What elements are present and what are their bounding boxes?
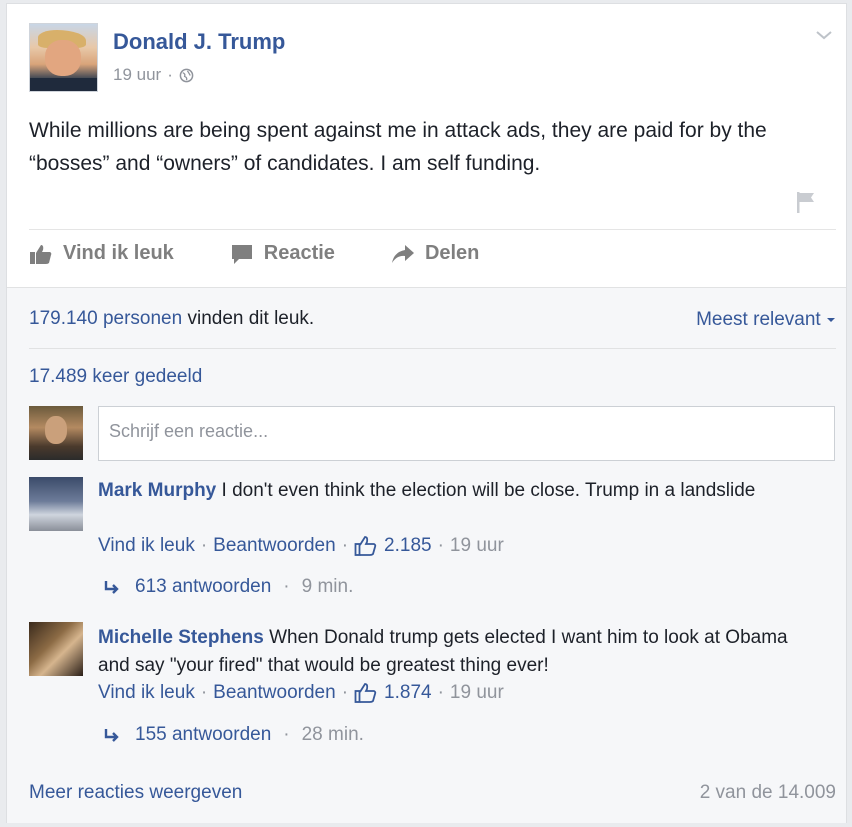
comment-like-count[interactable]: 2.185 bbox=[384, 535, 432, 557]
author-avatar[interactable] bbox=[29, 23, 98, 92]
like-icon bbox=[30, 244, 52, 264]
share-icon bbox=[391, 244, 414, 263]
comment-like-link[interactable]: Vind ik leuk bbox=[98, 682, 195, 704]
comment-label: Reactie bbox=[263, 242, 335, 264]
comment-reply-link[interactable]: Beantwoorden bbox=[213, 535, 336, 557]
post-card: Donald J. Trump 19 uur · While millions … bbox=[6, 3, 847, 823]
author-name[interactable]: Donald J. Trump bbox=[113, 29, 285, 55]
commenter-avatar[interactable] bbox=[29, 477, 83, 531]
globe-icon[interactable] bbox=[179, 68, 194, 83]
post-text: While millions are being spent against m… bbox=[29, 119, 767, 175]
likes-summary: 179.140 personen vinden dit leuk. bbox=[29, 308, 314, 330]
likes-suffix: vinden dit leuk. bbox=[187, 308, 315, 329]
current-user-avatar bbox=[29, 406, 83, 460]
share-button[interactable]: Delen bbox=[391, 242, 479, 265]
meta-separator: · bbox=[167, 65, 173, 84]
thumbs-up-icon bbox=[354, 536, 377, 556]
comment-meta: Vind ik leuk · Beantwoorden · 2.185 · 19… bbox=[98, 535, 504, 557]
flag-icon[interactable] bbox=[794, 189, 818, 215]
comment-time[interactable]: 19 uur bbox=[450, 535, 504, 557]
divider bbox=[29, 229, 836, 230]
like-button[interactable]: Vind ik leuk bbox=[29, 242, 174, 265]
reply-arrow-icon bbox=[104, 581, 119, 594]
caret-down-icon bbox=[827, 317, 835, 322]
replies-time: 28 min. bbox=[301, 724, 364, 745]
post-actions: Vind ik leuk Reactie Delen bbox=[29, 242, 535, 265]
replies-count: 155 antwoorden bbox=[135, 724, 272, 745]
post-time[interactable]: 19 uur bbox=[113, 65, 161, 85]
comments-count: 2 van de 14.009 bbox=[699, 782, 836, 803]
sort-label: Meest relevant bbox=[696, 309, 821, 330]
replies-link[interactable]: 155 antwoorden · 28 min. bbox=[103, 724, 364, 746]
thumbs-up-icon bbox=[354, 683, 377, 703]
replies-link[interactable]: 613 antwoorden · 9 min. bbox=[103, 576, 353, 598]
post-header-section: Donald J. Trump 19 uur · While millions … bbox=[7, 4, 846, 287]
reply-arrow-icon bbox=[104, 729, 119, 742]
comment-reply-link[interactable]: Beantwoorden bbox=[213, 682, 336, 704]
comment-icon bbox=[231, 244, 252, 264]
like-label: Vind ik leuk bbox=[63, 242, 174, 264]
commenter-avatar[interactable] bbox=[29, 622, 83, 676]
comment-body: Michelle Stephens When Donald trump gets… bbox=[98, 624, 798, 680]
replies-count: 613 antwoorden bbox=[135, 576, 272, 597]
feedback-section: 179.140 personen vinden dit leuk. Meest … bbox=[7, 287, 846, 823]
comment-button[interactable]: Reactie bbox=[230, 242, 335, 265]
share-label: Delen bbox=[424, 242, 480, 264]
comment-like-count[interactable]: 1.874 bbox=[384, 682, 432, 704]
comment-text: I don't even think the election will be … bbox=[221, 480, 756, 501]
post-meta: 19 uur · bbox=[113, 65, 194, 85]
divider bbox=[29, 348, 836, 349]
chevron-down-icon[interactable] bbox=[814, 28, 834, 42]
comment-input[interactable]: Schrijf een reactie... bbox=[98, 406, 835, 461]
commenter-name[interactable]: Michelle Stephens bbox=[98, 627, 264, 648]
comment-like-link[interactable]: Vind ik leuk bbox=[98, 535, 195, 557]
comment-meta: Vind ik leuk · Beantwoorden · 1.874 · 19… bbox=[98, 682, 504, 704]
shares-link[interactable]: 17.489 keer gedeeld bbox=[29, 366, 202, 388]
more-comments-link[interactable]: Meer reacties weergeven bbox=[29, 782, 242, 804]
sort-dropdown[interactable]: Meest relevant bbox=[696, 309, 836, 331]
replies-time: 9 min. bbox=[301, 576, 354, 597]
likes-count-link[interactable]: 179.140 personen bbox=[29, 308, 182, 329]
commenter-name[interactable]: Mark Murphy bbox=[98, 480, 216, 501]
comment-body: Mark Murphy I don't even think the elect… bbox=[98, 477, 798, 505]
comment-time[interactable]: 19 uur bbox=[450, 682, 504, 704]
